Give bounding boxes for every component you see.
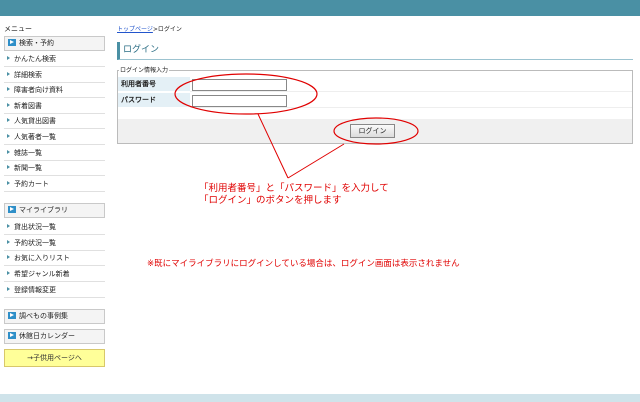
arrow-icon bbox=[7, 72, 10, 76]
menu-group-closed-calendar[interactable]: 休館日カレンダー bbox=[4, 329, 105, 344]
menu-group-label: マイライブラリ bbox=[19, 206, 68, 214]
arrow-icon bbox=[7, 103, 10, 107]
menu-item-magazines[interactable]: 雑誌一覧 bbox=[4, 146, 105, 161]
password-label: パスワード bbox=[118, 93, 190, 108]
menu-item-advanced-search[interactable]: 詳細検索 bbox=[4, 68, 105, 83]
arrow-icon bbox=[7, 118, 10, 122]
menu-item-label: 新着図書 bbox=[14, 102, 42, 110]
arrow-icon bbox=[7, 255, 10, 259]
breadcrumb-home-link[interactable]: トップページ bbox=[117, 26, 153, 33]
section-arrow-icon bbox=[8, 312, 16, 319]
breadcrumb: トップページ>ログイン bbox=[117, 24, 182, 33]
arrow-icon bbox=[7, 240, 10, 244]
section-arrow-icon bbox=[8, 332, 16, 339]
section-arrow-icon bbox=[8, 39, 16, 46]
section-arrow-icon bbox=[8, 206, 16, 213]
arrow-icon bbox=[7, 287, 10, 291]
menu-item-simple-search[interactable]: かんたん検索 bbox=[4, 52, 105, 67]
password-input[interactable] bbox=[192, 95, 287, 107]
menu-item-favorites[interactable]: お気に入りリスト bbox=[4, 251, 105, 266]
menu-item-label: 貸出状況一覧 bbox=[14, 223, 56, 231]
arrow-icon bbox=[7, 87, 10, 91]
user-number-label: 利用者番号 bbox=[118, 77, 190, 92]
arrow-icon bbox=[7, 150, 10, 154]
menu-item-label: 人気著者一覧 bbox=[14, 133, 56, 141]
arrow-icon bbox=[7, 56, 10, 60]
menu-item-label: お気に入りリスト bbox=[14, 254, 70, 262]
menu-group-my-library[interactable]: マイライブラリ bbox=[4, 203, 105, 218]
menu-item-registration[interactable]: 登録情報変更 bbox=[4, 283, 105, 298]
menu-item-label: 雑誌一覧 bbox=[14, 149, 42, 157]
user-number-input[interactable] bbox=[192, 79, 287, 91]
footer-bar bbox=[0, 394, 640, 402]
fieldset-legend: ログイン情報入力 bbox=[119, 65, 170, 74]
kids-page-button[interactable]: →子供用ページへ bbox=[4, 349, 105, 367]
annotation-line-1: 「利用者番号」と「パスワード」を入力して bbox=[199, 183, 389, 194]
breadcrumb-current: ログイン bbox=[157, 26, 182, 33]
menu-group-reference-cases[interactable]: 調べもの事例集 bbox=[4, 309, 105, 324]
arrow-icon bbox=[7, 134, 10, 138]
menu-item-reserve-cart[interactable]: 予約カート bbox=[4, 177, 105, 192]
menu-item-label: 予約状況一覧 bbox=[14, 239, 56, 247]
arrow-icon bbox=[7, 224, 10, 228]
annotation-pointer-line bbox=[287, 143, 345, 179]
menu-item-label: 人気貸出図書 bbox=[14, 117, 56, 125]
menu-item-popular-authors[interactable]: 人気著者一覧 bbox=[4, 130, 105, 145]
arrow-icon bbox=[7, 165, 10, 169]
annotation-line-2: 「ログイン」のボタンを押します bbox=[199, 195, 342, 206]
menu-item-label: かんたん検索 bbox=[14, 55, 56, 63]
menu-item-label: 予約カート bbox=[14, 180, 49, 188]
menu-item-label: 希望ジャンル新着 bbox=[14, 270, 70, 278]
menu-group-label: 調べもの事例集 bbox=[19, 312, 68, 320]
menu-item-accessible-materials[interactable]: 障害者向け資料 bbox=[4, 83, 105, 98]
menu-group-label: 休館日カレンダー bbox=[19, 332, 75, 340]
menu-item-popular-loans[interactable]: 人気貸出図書 bbox=[4, 114, 105, 129]
menu-item-new-books[interactable]: 新着図書 bbox=[4, 99, 105, 114]
arrow-icon bbox=[7, 271, 10, 275]
header-bar bbox=[0, 0, 640, 16]
menu-item-newspapers[interactable]: 新聞一覧 bbox=[4, 161, 105, 176]
menu-title: メニュー bbox=[4, 25, 32, 33]
arrow-icon bbox=[7, 181, 10, 185]
menu-item-label: 登録情報変更 bbox=[14, 286, 56, 294]
page-title: ログイン bbox=[117, 42, 633, 60]
menu-item-reserve-status[interactable]: 予約状況一覧 bbox=[4, 236, 105, 251]
annotation-instruction: 「利用者番号」と「パスワード」を入力して 「ログイン」のボタンを押します bbox=[199, 183, 389, 207]
menu-item-loan-status[interactable]: 貸出状況一覧 bbox=[4, 220, 105, 235]
menu-item-label: 障害者向け資料 bbox=[14, 86, 63, 94]
annotation-note: ※既にマイライブラリにログインしている場合は、ログイン画面は表示されません bbox=[147, 259, 460, 269]
menu-group-search[interactable]: 検索・予約 bbox=[4, 36, 105, 51]
menu-item-label: 詳細検索 bbox=[14, 71, 42, 79]
menu-item-genre-new[interactable]: 希望ジャンル新着 bbox=[4, 267, 105, 282]
menu-group-label: 検索・予約 bbox=[19, 39, 54, 47]
menu-item-label: 新聞一覧 bbox=[14, 164, 42, 172]
login-button[interactable]: ログイン bbox=[350, 124, 395, 138]
